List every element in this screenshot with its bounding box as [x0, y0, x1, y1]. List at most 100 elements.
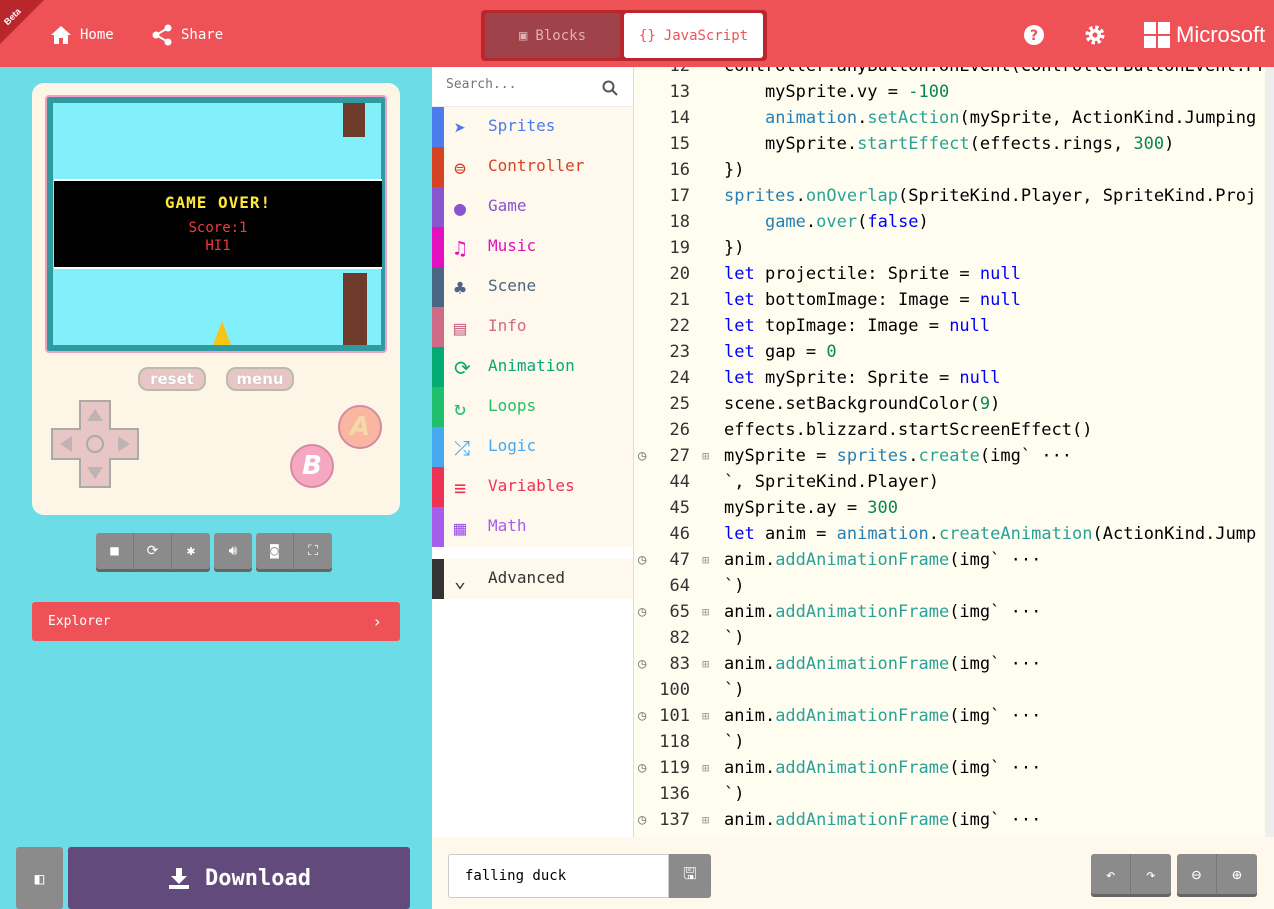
code-line[interactable]: 118 `): [634, 729, 1274, 755]
code-line[interactable]: 16}): [634, 157, 1274, 183]
code-line[interactable]: 17 sprites.onOverlap(SpriteKind.Player, S…: [634, 183, 1274, 209]
category-sprites[interactable]: ➤ Sprites: [432, 107, 633, 147]
settings-button[interactable]: [1084, 24, 1106, 50]
category-color-strip: [432, 307, 444, 347]
code-text: effects.blizzard.startScreenEffect(): [724, 420, 1093, 440]
code-line[interactable]: 22 let topImage: Image = null: [634, 313, 1274, 339]
code-line[interactable]: 64 `): [634, 573, 1274, 599]
line-number: 45: [669, 498, 690, 518]
b-button[interactable]: B: [290, 444, 334, 488]
a-button[interactable]: A: [338, 405, 382, 449]
category-controller[interactable]: ⊜ Controller: [432, 147, 633, 187]
code-line[interactable]: 46 let anim = animation.createAnimation(A…: [634, 521, 1274, 547]
category-math[interactable]: ▦ Math: [432, 507, 633, 547]
code-line[interactable]: 136 `): [634, 781, 1274, 807]
volume-icon: 🔊︎: [228, 543, 238, 559]
save-button[interactable]: 🖫: [669, 854, 711, 898]
dpad[interactable]: [50, 399, 140, 489]
fold-icon[interactable]: ⊞: [702, 703, 709, 729]
code-line[interactable]: 26 effects.blizzard.startScreenEffect(): [634, 417, 1274, 443]
redo-icon: ↷: [1146, 864, 1156, 884]
code-text: mySprite.ay = 300: [724, 498, 899, 518]
code-line[interactable]: ◷ ⊞ 101 anim.addAnimationFrame(img` ···: [634, 703, 1274, 729]
code-text: anim.addAnimationFrame(img` ···: [724, 706, 1042, 726]
category-color-strip: [432, 267, 444, 307]
code-line[interactable]: ◷ ⊞ 47 anim.addAnimationFrame(img` ···: [634, 547, 1274, 573]
fold-icon[interactable]: ⊞: [702, 599, 709, 625]
screenshot-button[interactable]: ◙: [256, 533, 294, 569]
code-line[interactable]: 18 game.over(false): [634, 209, 1274, 235]
code-line[interactable]: ◷ ⊞ 83 anim.addAnimationFrame(img` ···: [634, 651, 1274, 677]
category-music[interactable]: ♫ Music: [432, 227, 633, 267]
editor-scrollbar[interactable]: [1265, 67, 1274, 837]
debug-button[interactable]: ✱: [172, 533, 210, 569]
category-label: Animation: [488, 356, 575, 375]
sim-button-group-1: ■ ⟳ ✱: [96, 533, 210, 569]
microsoft-logo[interactable]: Microsoft: [1144, 22, 1265, 48]
category-animation[interactable]: ⟳ Animation: [432, 347, 633, 387]
game-screen[interactable]: GAME OVER! Score:1 HI1: [45, 95, 387, 353]
code-line[interactable]: ◷ ⊞ 27 mySprite = sprites.create(img` ···: [634, 443, 1274, 469]
code-text: game.over(false): [764, 212, 929, 232]
zoom-in-button[interactable]: ⊕: [1217, 854, 1257, 894]
code-line[interactable]: 13 mySprite.vy = -100: [634, 79, 1274, 105]
category-game[interactable]: ● Game: [432, 187, 633, 227]
code-line[interactable]: ◷ ⊞ 65 anim.addAnimationFrame(img` ···: [634, 599, 1274, 625]
code-line[interactable]: 23 let gap = 0: [634, 339, 1274, 365]
fold-icon[interactable]: ⊞: [702, 755, 709, 781]
menu-button[interactable]: menu: [226, 367, 294, 391]
search-input[interactable]: [446, 77, 596, 92]
code-line[interactable]: 44 `, SpriteKind.Player): [634, 469, 1274, 495]
code-line[interactable]: 24 let mySprite: Sprite = null: [634, 365, 1274, 391]
search-icon[interactable]: [602, 80, 618, 96]
reset-button[interactable]: reset: [138, 367, 206, 391]
home-button[interactable]: Home: [50, 22, 114, 48]
code-line[interactable]: 45 mySprite.ay = 300: [634, 495, 1274, 521]
fold-icon[interactable]: ⊞: [702, 807, 709, 833]
code-text: controller.anyButton.onEvent(ControllerB…: [724, 67, 1274, 79]
fold-icon[interactable]: ⊞: [702, 651, 709, 677]
stop-button[interactable]: ■: [96, 533, 134, 569]
code-line[interactable]: ◷ ⊞ 137 anim.addAnimationFrame(img` ···: [634, 807, 1274, 833]
code-line[interactable]: 15 mySprite.startEffect(effects.rings, 3…: [634, 131, 1274, 157]
fold-icon[interactable]: ⊞: [702, 443, 709, 469]
code-line[interactable]: 25 scene.setBackgroundColor(9): [634, 391, 1274, 417]
mute-button[interactable]: 🔊︎: [214, 533, 252, 569]
line-number: 22: [669, 316, 690, 336]
camera-icon: ◙: [270, 543, 279, 559]
project-name-input[interactable]: falling duck: [448, 854, 669, 898]
category-logic[interactable]: ⤮ Logic: [432, 427, 633, 467]
category-info[interactable]: ▤ Info: [432, 307, 633, 347]
code-editor[interactable]: 12 controller.anyButton.onEvent(Controlle…: [633, 67, 1274, 837]
code-line[interactable]: 19}): [634, 235, 1274, 261]
category-color-strip: [432, 147, 444, 187]
tab-javascript[interactable]: {} JavaScript: [624, 13, 763, 58]
code-line[interactable]: 100 `): [634, 677, 1274, 703]
tab-blocks[interactable]: ▣ Blocks: [485, 13, 620, 58]
fullscreen-button[interactable]: ⛶: [294, 533, 332, 569]
code-line[interactable]: 20 let projectile: Sprite = null: [634, 261, 1274, 287]
category-variables[interactable]: ≡ Variables: [432, 467, 633, 507]
collapse-simulator-button[interactable]: ◧: [16, 847, 63, 909]
help-button[interactable]: ?: [1023, 24, 1045, 50]
line-number: 100: [659, 680, 690, 700]
category-label: Advanced: [488, 568, 566, 587]
download-button[interactable]: Download: [68, 847, 410, 909]
category-loops[interactable]: ↻ Loops: [432, 387, 633, 427]
code-line[interactable]: 12 controller.anyButton.onEvent(Controlle…: [634, 67, 1274, 79]
share-button[interactable]: Share: [151, 22, 223, 48]
category-advanced[interactable]: ⌄ Advanced: [432, 559, 633, 599]
code-text: `): [724, 784, 745, 804]
fold-icon[interactable]: ⊞: [702, 547, 709, 573]
redo-button[interactable]: ↷: [1131, 854, 1171, 894]
code-line[interactable]: 21 let bottomImage: Image = null: [634, 287, 1274, 313]
category-color-strip: [432, 507, 444, 547]
restart-button[interactable]: ⟳: [134, 533, 172, 569]
code-line[interactable]: ◷ ⊞ 119 anim.addAnimationFrame(img` ···: [634, 755, 1274, 781]
zoom-out-button[interactable]: ⊖: [1177, 854, 1217, 894]
explorer-button[interactable]: Explorer ›: [32, 602, 400, 641]
category-scene[interactable]: ♣ Scene: [432, 267, 633, 307]
undo-button[interactable]: ↶: [1091, 854, 1131, 894]
code-line[interactable]: 14 animation.setAction(mySprite, ActionK…: [634, 105, 1274, 131]
code-line[interactable]: 82 `): [634, 625, 1274, 651]
